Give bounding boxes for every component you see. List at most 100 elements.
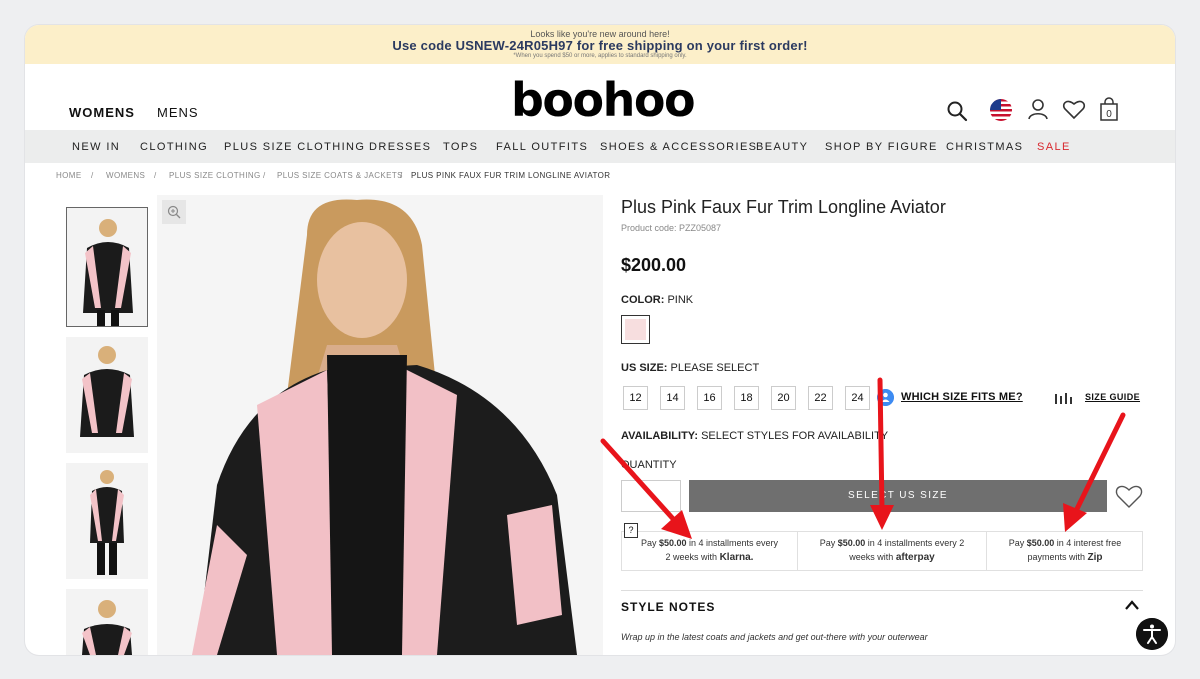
- search-icon[interactable]: [946, 100, 968, 122]
- size-option[interactable]: 18: [734, 386, 759, 410]
- swatch-fill: [625, 319, 646, 340]
- payment-options: Pay $50.00 in 4 installments every 2 wee…: [621, 531, 1143, 571]
- thumbnail-image: [90, 470, 124, 575]
- afterpay-text-a: in 4 installments every 2: [867, 538, 965, 548]
- size-guide-icon: [1055, 393, 1072, 404]
- breadcrumb-home[interactable]: HOME: [56, 171, 82, 180]
- us-flag-icon[interactable]: [990, 99, 1012, 121]
- zip-text-b: payments with: [1027, 552, 1085, 562]
- browser-page: Looks like you're new around here! Use c…: [25, 25, 1175, 655]
- nav-item[interactable]: FALL OUTFITS: [496, 141, 588, 153]
- size-label: US SIZE:: [621, 362, 668, 374]
- nav-item[interactable]: CLOTHING: [140, 141, 208, 153]
- bag-count: 0: [1106, 109, 1112, 120]
- availability-row: AVAILABILITY: SELECT STYLES FOR AVAILABI…: [621, 430, 888, 442]
- mens-link[interactable]: MENS: [157, 105, 199, 120]
- bag-icon[interactable]: 0: [1099, 97, 1119, 121]
- zip-amount: $50.00: [1026, 538, 1055, 548]
- afterpay-text-b: weeks with: [849, 552, 894, 562]
- nav-item[interactable]: NEW IN: [72, 141, 120, 153]
- nav-item[interactable]: PLUS SIZE CLOTHING: [224, 141, 365, 153]
- wishlist-heart-icon[interactable]: [1115, 483, 1143, 509]
- thumbnail-image: [80, 346, 134, 437]
- zip-option[interactable]: Pay $50.00 in 4 interest free payments w…: [987, 532, 1143, 570]
- quantity-stepper[interactable]: [621, 480, 681, 512]
- main-product-image[interactable]: [157, 195, 603, 655]
- accessibility-icon[interactable]: [1136, 618, 1168, 650]
- chevron-up-icon[interactable]: [1123, 598, 1141, 612]
- klarna-text-b: 2 weeks with: [665, 552, 718, 562]
- breadcrumb-plus-size[interactable]: PLUS SIZE CLOTHING: [169, 171, 261, 180]
- size-option[interactable]: 24: [845, 386, 870, 410]
- zip-pay-word: Pay: [1008, 538, 1025, 548]
- afterpay-logo: afterpay: [895, 552, 935, 563]
- klarna-text-a: in 4 installments every: [689, 538, 779, 548]
- quantity-label: QUANTITY: [621, 459, 677, 471]
- size-option[interactable]: 16: [697, 386, 722, 410]
- which-size-link[interactable]: WHICH SIZE FITS ME?: [901, 391, 1023, 403]
- nav-item[interactable]: SHOP BY FIGURE: [825, 141, 938, 153]
- nav-item[interactable]: SHOES & ACCESSORIES: [600, 141, 757, 153]
- zoom-icon[interactable]: [162, 200, 186, 224]
- size-option[interactable]: 20: [771, 386, 796, 410]
- payment-help-button[interactable]: ?: [624, 523, 638, 538]
- breadcrumb-coats[interactable]: PLUS SIZE COATS & JACKETS: [277, 171, 403, 180]
- thumbnail-image: [82, 600, 132, 655]
- breadcrumb-sep: /: [91, 171, 94, 180]
- breadcrumb-sep: /: [263, 171, 266, 180]
- size-label-row: US SIZE: PLEASE SELECT: [621, 362, 759, 374]
- afterpay-amount: $50.00: [837, 538, 866, 548]
- thumbnail-image: [83, 219, 133, 326]
- product-title: Plus Pink Faux Fur Trim Longline Aviator: [621, 197, 946, 217]
- add-to-bag-button[interactable]: SELECT US SIZE: [689, 480, 1107, 512]
- thumbnail-2[interactable]: [66, 337, 148, 453]
- nav-item[interactable]: TOPS: [443, 141, 478, 153]
- thumbnail-4[interactable]: [66, 589, 148, 655]
- thumbnail-1[interactable]: [66, 207, 148, 327]
- klarna-logo: Klarna.: [719, 552, 754, 563]
- size-option[interactable]: 14: [660, 386, 685, 410]
- klarna-amount: $50.00: [658, 538, 687, 548]
- boohoo-logo[interactable]: boohoo: [511, 73, 696, 127]
- color-value: PINK: [667, 294, 694, 306]
- promo-banner[interactable]: Looks like you're new around here! Use c…: [25, 25, 1175, 64]
- color-label: COLOR:: [621, 294, 665, 306]
- klarna-pay-word: Pay: [640, 538, 657, 548]
- product-code: Product code: PZZ05087: [621, 223, 722, 233]
- wishlist-icon[interactable]: [1062, 98, 1086, 120]
- style-notes-text: Wrap up in the latest coats and jackets …: [621, 632, 928, 642]
- breadcrumb-current: PLUS PINK FAUX FUR TRIM LONGLINE AVIATOR: [411, 171, 611, 180]
- size-option[interactable]: 22: [808, 386, 833, 410]
- nav-item-sale[interactable]: SALE: [1037, 141, 1071, 153]
- breadcrumb-sep: /: [400, 171, 403, 180]
- womens-link[interactable]: WOMENS: [69, 105, 135, 120]
- product-price: $200.00: [621, 255, 687, 275]
- color-swatch-pink[interactable]: [621, 315, 650, 344]
- nav-item[interactable]: BEAUTY: [756, 141, 808, 153]
- thumbnail-3[interactable]: [66, 463, 148, 579]
- promo-terms: *When you spend $50 or more, applies to …: [513, 53, 687, 59]
- style-notes-heading[interactable]: STYLE NOTES: [621, 600, 715, 614]
- zip-text-a: in 4 interest free: [1056, 538, 1122, 548]
- size-option[interactable]: 12: [623, 386, 648, 410]
- size-value: PLEASE SELECT: [670, 362, 760, 374]
- availability-label: AVAILABILITY:: [621, 430, 698, 442]
- divider: [621, 590, 1143, 591]
- klarna-option[interactable]: Pay $50.00 in 4 installments every 2 wee…: [622, 532, 797, 570]
- fit-person-icon: [877, 389, 894, 406]
- breadcrumb-womens[interactable]: WOMENS: [106, 171, 145, 180]
- afterpay-option[interactable]: Pay $50.00 in 4 installments every 2 wee…: [798, 532, 986, 570]
- annotation-arrow-zip: [1063, 412, 1126, 532]
- breadcrumb-sep: /: [154, 171, 157, 180]
- nav-item[interactable]: DRESSES: [369, 141, 431, 153]
- account-icon[interactable]: [1027, 98, 1049, 120]
- promo-code-text: Use code USNEW-24R05H97 for free shippin…: [392, 38, 808, 53]
- model-photo: [157, 195, 603, 655]
- color-label-row: COLOR: PINK: [621, 294, 693, 306]
- nav-item[interactable]: CHRISTMAS: [946, 141, 1023, 153]
- main-nav: NEW IN CLOTHING PLUS SIZE CLOTHING DRESS…: [25, 130, 1175, 163]
- afterpay-pay-word: Pay: [819, 538, 836, 548]
- availability-value: SELECT STYLES FOR AVAILABILITY: [701, 430, 889, 442]
- size-guide-link[interactable]: SIZE GUIDE: [1085, 392, 1140, 402]
- zip-logo: Zip: [1087, 552, 1103, 563]
